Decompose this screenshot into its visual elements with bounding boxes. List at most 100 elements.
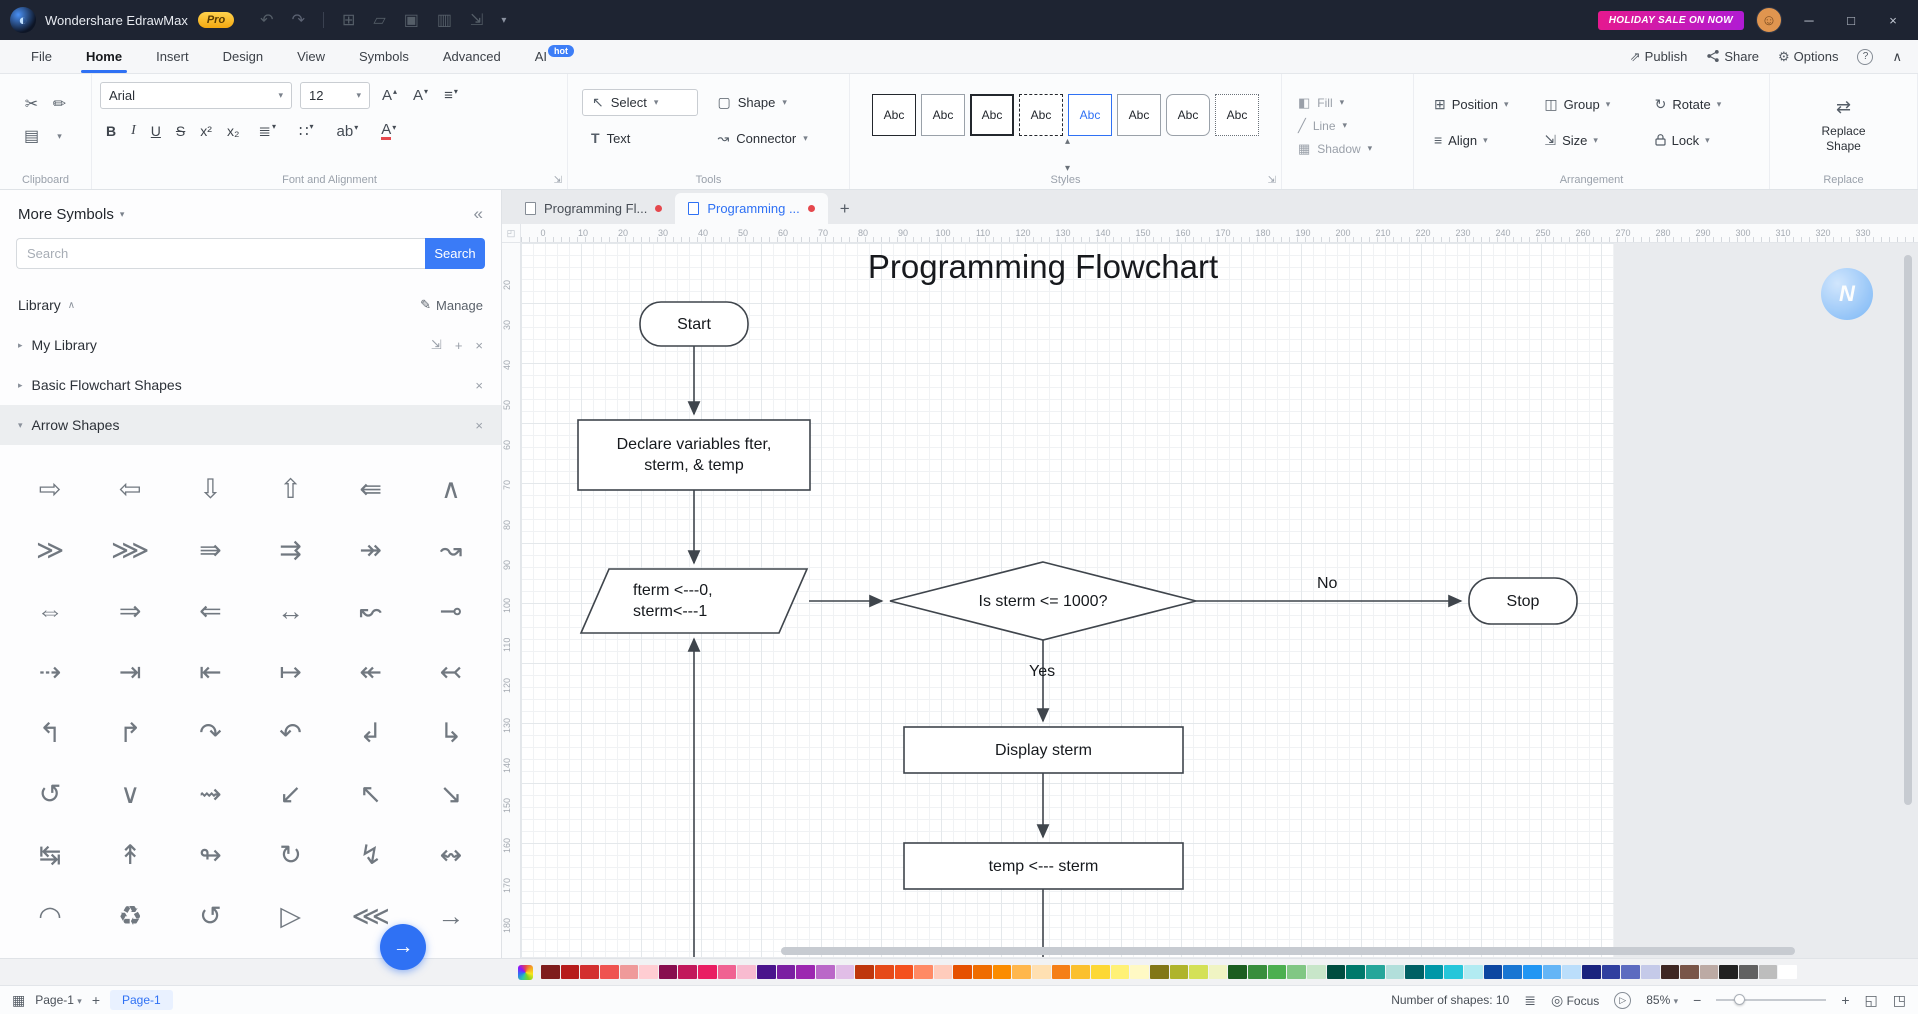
- color-swatch[interactable]: [1542, 965, 1562, 979]
- flow-node-decision[interactable]: Is sterm <= 1000?: [890, 578, 1196, 624]
- style-preview[interactable]: Abc: [1019, 94, 1063, 136]
- arrow-shape-icon[interactable]: ▷: [250, 886, 330, 947]
- ruler-corner[interactable]: ◰: [502, 224, 521, 242]
- color-swatch[interactable]: [1051, 965, 1071, 979]
- list-button[interactable]: ∷ ▾: [295, 122, 318, 140]
- arrow-shape-icon[interactable]: ↦: [250, 642, 330, 703]
- lock-button[interactable]: Lock ▾: [1647, 133, 1757, 148]
- flowchart-title[interactable]: Programming Flowchart: [743, 248, 1343, 286]
- menu-insert[interactable]: Insert: [139, 40, 206, 73]
- arrow-shape-icon[interactable]: ↲: [331, 703, 411, 764]
- arrow-shapes-caret-icon[interactable]: ▾: [18, 420, 23, 431]
- color-swatch[interactable]: [1346, 965, 1365, 979]
- layers-icon[interactable]: ≣: [1524, 992, 1536, 1009]
- new-document-tab-button[interactable]: +: [840, 199, 850, 224]
- arrow-shape-icon[interactable]: ⇨: [10, 459, 90, 520]
- superscript-button[interactable]: x²: [200, 123, 212, 139]
- arrow-shape-icon[interactable]: ↺: [170, 886, 250, 947]
- color-swatch[interactable]: [560, 965, 580, 979]
- flow-node-start[interactable]: Start: [640, 302, 748, 346]
- save-icon[interactable]: ▣: [404, 10, 419, 30]
- arrow-shape-icon[interactable]: ↘: [411, 764, 491, 825]
- arrow-shape-icon[interactable]: ⇤: [170, 642, 250, 703]
- shadow-button[interactable]: ▦ Shadow ▾: [1298, 141, 1372, 157]
- highlight-button[interactable]: ab ▾: [333, 123, 363, 140]
- publish-button[interactable]: ⇗ Publish: [1630, 49, 1688, 65]
- color-swatch[interactable]: [1032, 965, 1051, 979]
- font-color-button[interactable]: A ▾: [377, 122, 400, 140]
- font-family-select[interactable]: Arial ▾: [100, 82, 292, 109]
- doc-tab-2[interactable]: Programming ...: [675, 193, 828, 224]
- color-swatch[interactable]: [1090, 965, 1110, 979]
- new-file-icon[interactable]: ⊞: [342, 10, 355, 30]
- menu-symbols[interactable]: Symbols: [342, 40, 426, 73]
- search-button[interactable]: Search: [425, 238, 485, 269]
- flow-node-stop[interactable]: Stop: [1469, 578, 1577, 624]
- fit-to-window-icon[interactable]: ◳: [1893, 992, 1906, 1009]
- line-spacing-button[interactable]: ≣ ▾: [254, 122, 280, 140]
- flow-node-temp[interactable]: temp <--- sterm: [904, 843, 1183, 889]
- color-swatch[interactable]: [1640, 965, 1660, 979]
- sidebar-item-basic-flowchart-shapes[interactable]: ▸ Basic Flowchart Shapes ×: [0, 365, 501, 405]
- color-swatch[interactable]: [1424, 965, 1444, 979]
- style-preview[interactable]: Abc: [970, 94, 1014, 136]
- color-swatch[interactable]: [894, 965, 914, 979]
- replace-shape-icon[interactable]: ⇄: [1836, 97, 1851, 118]
- color-swatch[interactable]: [698, 965, 717, 979]
- line-button[interactable]: ╱ Line ▾: [1298, 118, 1347, 134]
- undo-icon[interactable]: ↶: [260, 10, 273, 30]
- color-swatch[interactable]: [855, 965, 874, 979]
- fill-button[interactable]: ◧ Fill ▾: [1298, 95, 1344, 111]
- page-panel-icon[interactable]: ▦: [12, 992, 25, 1009]
- color-swatch[interactable]: [717, 965, 737, 979]
- connector-tool-button[interactable]: ↝ Connector ▾: [709, 126, 836, 151]
- arrow-shape-icon[interactable]: ♻: [90, 886, 170, 947]
- color-swatch[interactable]: [1601, 965, 1621, 979]
- color-swatch[interactable]: [1581, 965, 1601, 979]
- group-button[interactable]: ◫ Group ▾: [1536, 96, 1646, 113]
- color-swatch[interactable]: [914, 965, 933, 979]
- arrow-shape-icon[interactable]: ↜: [331, 581, 411, 642]
- color-swatch[interactable]: [1012, 965, 1032, 979]
- sidebar-item-arrow-shapes[interactable]: ▾ Arrow Shapes ×: [0, 405, 501, 445]
- collapse-ribbon-icon[interactable]: ∧: [1892, 49, 1902, 65]
- flow-node-init[interactable]: fterm <---0, sterm<---1: [581, 569, 807, 633]
- style-preview[interactable]: Abc: [872, 94, 916, 136]
- presentation-play-icon[interactable]: ▷: [1614, 991, 1632, 1009]
- bold-button[interactable]: B: [106, 123, 116, 139]
- arrow-shape-icon[interactable]: ⇒: [90, 581, 170, 642]
- color-swatch[interactable]: [1719, 965, 1739, 979]
- color-swatch[interactable]: [1503, 965, 1523, 979]
- menu-home[interactable]: Home: [69, 40, 139, 73]
- color-swatch[interactable]: [796, 965, 815, 979]
- focus-button[interactable]: ◎ Focus: [1551, 992, 1599, 1009]
- arrow-shape-icon[interactable]: ↝: [411, 520, 491, 581]
- color-swatch[interactable]: [1149, 965, 1169, 979]
- arrow-shape-icon[interactable]: ↰: [10, 703, 90, 764]
- zoom-level-select[interactable]: 85% ▾: [1646, 993, 1678, 1007]
- redo-icon[interactable]: ↷: [292, 10, 305, 30]
- paste-caret-icon[interactable]: ▾: [57, 131, 62, 142]
- color-swatch[interactable]: [835, 965, 855, 979]
- color-swatch[interactable]: [1267, 965, 1287, 979]
- next-symbols-button[interactable]: →: [380, 924, 426, 970]
- my-library-caret-icon[interactable]: ▸: [18, 340, 23, 351]
- color-swatch[interactable]: [1287, 965, 1306, 979]
- text-tool-button[interactable]: T Text: [582, 126, 709, 150]
- edge-label-yes[interactable]: Yes: [1029, 663, 1055, 681]
- arrow-shape-icon[interactable]: ⇐: [170, 581, 250, 642]
- underline-button[interactable]: U: [151, 123, 161, 139]
- arrow-shape-icon[interactable]: ⇚: [331, 459, 411, 520]
- holiday-sale-badge[interactable]: HOLIDAY SALE ON NOW: [1597, 10, 1744, 30]
- color-swatch[interactable]: [1660, 965, 1680, 979]
- import-library-icon[interactable]: ⇲: [431, 337, 442, 353]
- color-swatch[interactable]: [757, 965, 776, 979]
- arrow-shape-icon[interactable]: ⇥: [90, 642, 170, 703]
- color-swatch[interactable]: [1758, 965, 1778, 979]
- color-swatch[interactable]: [933, 965, 953, 979]
- color-swatch[interactable]: [953, 965, 973, 979]
- color-swatch[interactable]: [1228, 965, 1248, 979]
- color-swatch[interactable]: [1189, 965, 1208, 979]
- color-swatch[interactable]: [1306, 965, 1326, 979]
- style-preview[interactable]: Abc: [1068, 94, 1112, 136]
